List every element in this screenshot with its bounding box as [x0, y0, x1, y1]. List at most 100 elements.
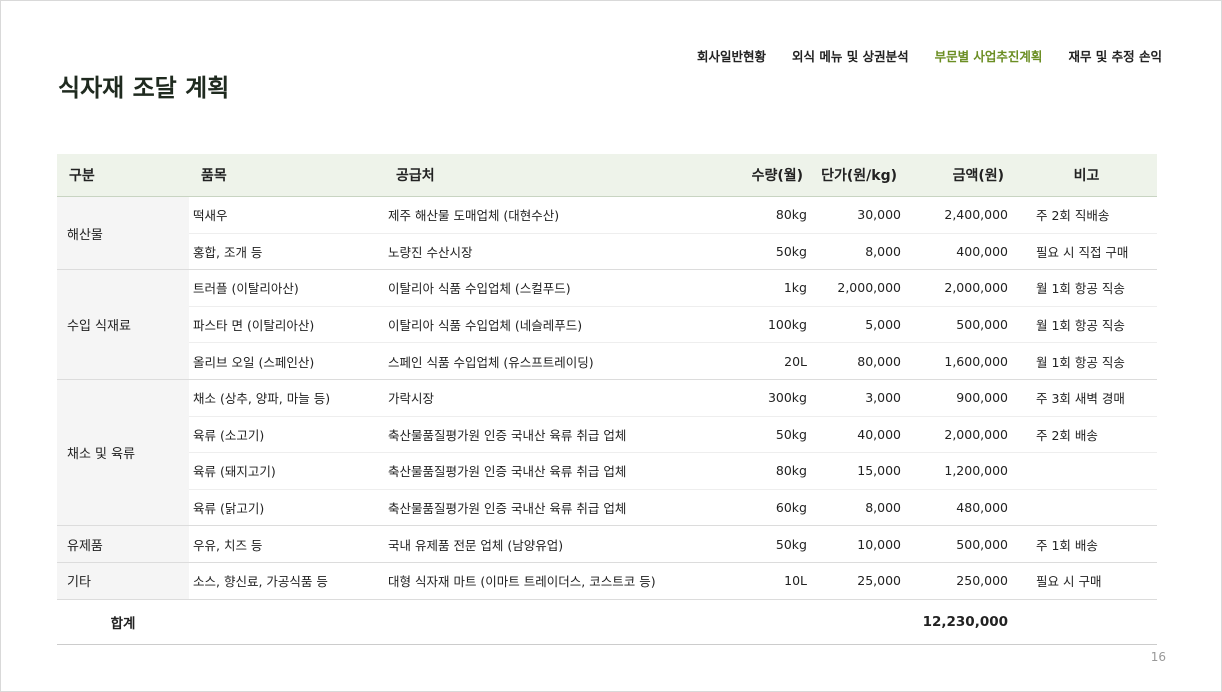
procurement-table-wrap: 구분 품목 공급처 수량(월) 단가(원/kg) 금액(원) 비고 해산물 떡새…	[57, 154, 1157, 645]
page-number: 16	[1150, 650, 1166, 664]
table-row: 파스타 면 (이탈리아산) 이탈리아 식품 수입업체 (네슬레푸드) 100kg…	[57, 306, 1157, 344]
nav-item-finance[interactable]: 재무 및 추정 손익	[1068, 46, 1162, 65]
unit-price-cell: 8,000	[815, 489, 909, 527]
supplier-cell: 노량진 수산시장	[384, 233, 739, 271]
header-item: 품목	[189, 154, 384, 197]
total-label: 합계	[57, 598, 189, 645]
quantity-cell: 300kg	[739, 379, 815, 417]
category-cell: 유제품	[57, 525, 189, 563]
unit-price-cell: 10,000	[815, 525, 909, 563]
item-cell: 떡새우	[189, 196, 384, 234]
unit-price-cell: 30,000	[815, 196, 909, 234]
total-note-spacer	[1016, 598, 1157, 645]
header-category: 구분	[57, 154, 189, 197]
quantity-cell: 60kg	[739, 489, 815, 527]
note-cell: 주 1회 배송	[1016, 525, 1157, 563]
category-cell: 수입 식재료	[57, 269, 189, 380]
header-note: 비고	[1016, 154, 1157, 197]
unit-price-cell: 5,000	[815, 306, 909, 344]
amount-cell: 1,600,000	[909, 342, 1016, 380]
note-cell: 필요 시 직접 구매	[1016, 233, 1157, 271]
quantity-cell: 50kg	[739, 233, 815, 271]
note-cell	[1016, 452, 1157, 490]
table-row: 육류 (소고기) 축산물품질평가원 인증 국내산 육류 취급 업체 50kg 4…	[57, 416, 1157, 454]
table-row: 육류 (돼지고기) 축산물품질평가원 인증 국내산 육류 취급 업체 80kg …	[57, 452, 1157, 490]
quantity-cell: 50kg	[739, 416, 815, 454]
table-row: 채소 및 육류 채소 (상추, 양파, 마늘 등) 가락시장 300kg 3,0…	[57, 379, 1157, 527]
total-spacer	[189, 598, 909, 645]
page-title: 식자재 조달 계획	[58, 74, 230, 102]
total-amount: 12,230,000	[909, 598, 1016, 645]
quantity-cell: 80kg	[739, 452, 815, 490]
supplier-cell: 이탈리아 식품 수입업체 (네슬레푸드)	[384, 306, 739, 344]
quantity-cell: 1kg	[739, 269, 815, 307]
nav-item-company-overview[interactable]: 회사일반현황	[697, 46, 766, 65]
table-row: 기타 소스, 향신료, 가공식품 등 대형 식자재 마트 (이마트 트레이더스,…	[57, 562, 1157, 600]
category-cell: 기타	[57, 562, 189, 600]
table-row: 수입 식재료 트러플 (이탈리아산) 이탈리아 식품 수입업체 (스컬푸드) 1…	[57, 269, 1157, 380]
amount-cell: 480,000	[909, 489, 1016, 527]
supplier-cell: 제주 해산물 도매업체 (대현수산)	[384, 196, 739, 234]
supplier-cell: 대형 식자재 마트 (이마트 트레이더스, 코스트코 등)	[384, 562, 739, 600]
header-supplier: 공급처	[384, 154, 739, 197]
unit-price-cell: 3,000	[815, 379, 909, 417]
category-cell: 해산물	[57, 196, 189, 271]
table-header-row: 구분 품목 공급처 수량(월) 단가(원/kg) 금액(원) 비고	[57, 154, 1157, 197]
supplier-cell: 축산물품질평가원 인증 국내산 육류 취급 업체	[384, 452, 739, 490]
total-row: 합계 12,230,000	[57, 598, 1157, 645]
unit-price-cell: 2,000,000	[815, 269, 909, 307]
table-row: 유제품 우유, 치즈 등 국내 유제품 전문 업체 (남양유업) 50kg 10…	[57, 525, 1157, 563]
header-amount: 금액(원)	[909, 154, 1016, 197]
amount-cell: 500,000	[909, 306, 1016, 344]
note-cell: 주 3회 새벽 경매	[1016, 379, 1157, 417]
note-cell: 주 2회 직배송	[1016, 196, 1157, 234]
table-row: 올리브 오일 (스페인산) 스페인 식품 수입업체 (유스프트레이딩) 20L …	[57, 342, 1157, 380]
nav-item-business-plan[interactable]: 부문별 사업추진계획	[935, 46, 1043, 65]
amount-cell: 2,400,000	[909, 196, 1016, 234]
header-unit-price: 단가(원/kg)	[815, 154, 909, 197]
item-cell: 트러플 (이탈리아산)	[189, 269, 384, 307]
amount-cell: 900,000	[909, 379, 1016, 417]
supplier-cell: 축산물품질평가원 인증 국내산 육류 취급 업체	[384, 489, 739, 527]
amount-cell: 2,000,000	[909, 416, 1016, 454]
item-cell: 홍합, 조개 등	[189, 233, 384, 271]
quantity-cell: 80kg	[739, 196, 815, 234]
amount-cell: 250,000	[909, 562, 1016, 600]
item-cell: 파스타 면 (이탈리아산)	[189, 306, 384, 344]
note-cell: 주 2회 배송	[1016, 416, 1157, 454]
item-cell: 육류 (돼지고기)	[189, 452, 384, 490]
item-cell: 육류 (소고기)	[189, 416, 384, 454]
nav-item-menu-market-analysis[interactable]: 외식 메뉴 및 상권분석	[792, 46, 909, 65]
top-nav: 회사일반현황 외식 메뉴 및 상권분석 부문별 사업추진계획 재무 및 추정 손…	[697, 46, 1162, 65]
supplier-cell: 스페인 식품 수입업체 (유스프트레이딩)	[384, 342, 739, 380]
procurement-table: 구분 품목 공급처 수량(월) 단가(원/kg) 금액(원) 비고 해산물 떡새…	[57, 154, 1157, 645]
amount-cell: 400,000	[909, 233, 1016, 271]
header-quantity: 수량(월)	[739, 154, 815, 197]
quantity-cell: 50kg	[739, 525, 815, 563]
unit-price-cell: 15,000	[815, 452, 909, 490]
item-cell: 우유, 치즈 등	[189, 525, 384, 563]
table-row: 홍합, 조개 등 노량진 수산시장 50kg 8,000 400,000 필요 …	[57, 233, 1157, 271]
item-cell: 채소 (상추, 양파, 마늘 등)	[189, 379, 384, 417]
unit-price-cell: 80,000	[815, 342, 909, 380]
note-cell: 월 1회 항공 직송	[1016, 306, 1157, 344]
amount-cell: 2,000,000	[909, 269, 1016, 307]
quantity-cell: 20L	[739, 342, 815, 380]
category-cell: 채소 및 육류	[57, 379, 189, 527]
note-cell: 월 1회 항공 직송	[1016, 269, 1157, 307]
unit-price-cell: 8,000	[815, 233, 909, 271]
unit-price-cell: 25,000	[815, 562, 909, 600]
item-cell: 올리브 오일 (스페인산)	[189, 342, 384, 380]
unit-price-cell: 40,000	[815, 416, 909, 454]
quantity-cell: 100kg	[739, 306, 815, 344]
item-cell: 육류 (닭고기)	[189, 489, 384, 527]
table-row: 해산물 떡새우 제주 해산물 도매업체 (대현수산) 80kg 30,000 2…	[57, 196, 1157, 271]
amount-cell: 1,200,000	[909, 452, 1016, 490]
note-cell: 월 1회 항공 직송	[1016, 342, 1157, 380]
amount-cell: 500,000	[909, 525, 1016, 563]
quantity-cell: 10L	[739, 562, 815, 600]
note-cell	[1016, 489, 1157, 527]
supplier-cell: 국내 유제품 전문 업체 (남양유업)	[384, 525, 739, 563]
supplier-cell: 가락시장	[384, 379, 739, 417]
item-cell: 소스, 향신료, 가공식품 등	[189, 562, 384, 600]
